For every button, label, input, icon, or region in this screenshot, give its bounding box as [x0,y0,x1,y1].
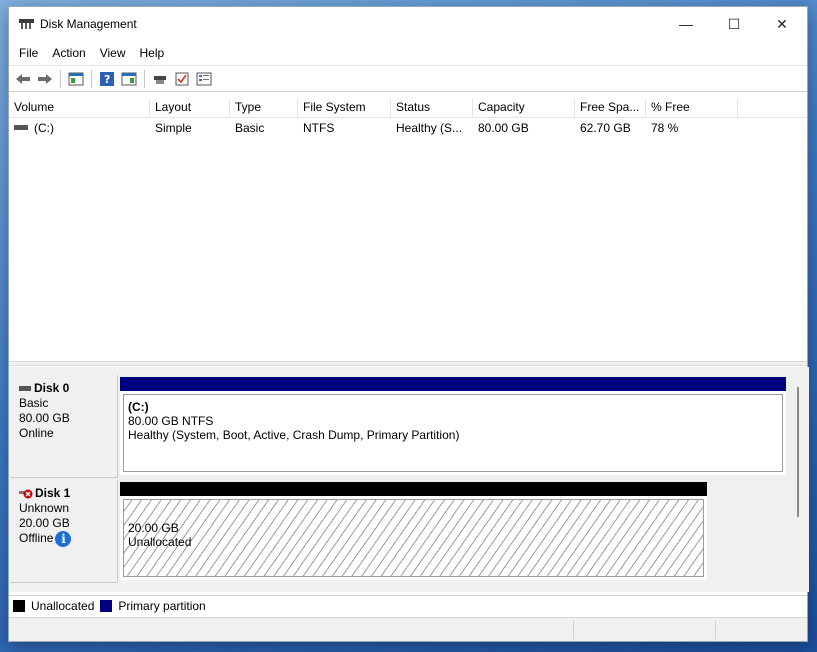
scrollbar-thumb[interactable] [797,387,799,517]
volume-list: Volume Layout Type File System Status Ca… [9,96,807,361]
primary-partition-bar [120,377,786,391]
disk-1-size: 20.00 GB [19,516,70,530]
properties-button[interactable] [193,69,214,89]
cell-volume: (C:) [9,120,150,137]
console-tree-icon [68,72,83,85]
status-divider [573,621,574,639]
pane-splitter[interactable] [9,361,807,366]
svg-text:?: ? [104,73,110,86]
drive-icon [14,125,28,131]
cell-layout: Simple [155,121,192,135]
legend: Unallocated Primary partition [9,595,807,616]
properties-icon [196,72,211,85]
connect-icon [153,75,166,84]
disk-1-label[interactable]: Disk 1 Unknown 20.00 GB Offline i [10,480,118,583]
column-header-file-system[interactable]: File System [298,98,391,118]
disk-1-name-text: Disk 1 [35,486,71,500]
toolbar-separator [91,69,92,88]
forward-icon [37,73,52,84]
partition-status: Healthy (System, Boot, Active, Crash Dum… [128,428,460,442]
cell-type: Basic [235,121,265,135]
window-title: Disk Management [40,17,137,31]
legend-label-unallocated: Unallocated [31,599,95,613]
status-bar [9,617,807,641]
column-header-layout[interactable]: Layout [150,98,230,118]
legend-swatch-unallocated [13,600,25,612]
disk-graphical-view: Disk 0 Basic 80.00 GB Online (C:) 80.00 … [9,367,809,592]
close-icon: ✕ [776,15,788,32]
disk-0-name-text: Disk 0 [34,381,70,395]
back-icon [15,73,30,84]
minimize-icon: — [679,16,693,32]
disk-1-partition-body: 20.00 GB Unallocated [123,499,704,577]
maximize-button[interactable]: ☐ [711,7,757,41]
title-bar: Disk Management — ☐ ✕ [9,7,807,41]
action-pane-icon [121,72,136,85]
toolbar: ? [9,65,807,92]
unallocated-status: Unallocated [128,535,192,549]
disk-1-state-text: Offline [19,531,54,546]
disk-management-window: Disk Management — ☐ ✕ File Action View H… [8,6,809,642]
menu-action[interactable]: Action [45,46,92,60]
menu-help[interactable]: Help [133,46,172,60]
minimize-button[interactable]: — [663,7,709,41]
partition-size-fs: 80.00 GB NTFS [128,414,214,428]
legend-label-primary: Primary partition [118,599,206,613]
graph-scrollbar[interactable] [794,375,806,585]
back-button[interactable] [12,69,33,89]
column-header-type[interactable]: Type [230,98,298,118]
close-button[interactable]: ✕ [759,7,805,41]
disk-0-label[interactable]: Disk 0 Basic 80.00 GB Online [10,375,118,478]
show-action-pane-button[interactable] [118,69,139,89]
disk-0-type: Basic [19,396,49,410]
toolbar-separator [144,69,145,88]
disk-0-partition-body: (C:) 80.00 GB NTFS Healthy (System, Boot… [123,394,783,472]
status-divider [715,621,716,639]
unallocated-size: 20.00 GB [128,521,179,535]
unallocated-bar [120,482,707,496]
disk-1-name: Disk 1 [19,486,117,501]
cell-percent-free: 78 % [651,121,679,135]
legend-swatch-primary [100,600,113,612]
column-header-volume[interactable]: Volume [9,98,150,118]
menu-file[interactable]: File [12,46,45,60]
help-icon: ? [99,71,114,86]
column-header-percent-free[interactable]: % Free [646,98,738,118]
menu-view[interactable]: View [93,46,133,60]
disk-0-size: 80.00 GB [19,411,70,425]
column-header-free-space[interactable]: Free Spa... [575,98,646,118]
column-header-status[interactable]: Status [391,98,473,118]
connect-button[interactable] [149,69,170,89]
menu-bar: File Action View Help [9,42,807,64]
cell-file-system: NTFS [303,121,335,135]
disk-offline-icon [19,489,33,498]
forward-button[interactable] [34,69,55,89]
disk-icon [19,386,31,391]
disk-0-partition[interactable]: (C:) 80.00 GB NTFS Healthy (System, Boot… [120,377,786,475]
show-console-tree-button[interactable] [65,69,86,89]
disk-0-name: Disk 0 [19,381,117,396]
info-icon[interactable]: i [55,531,72,547]
maximize-icon: ☐ [727,15,741,32]
toolbar-separator [60,69,61,88]
column-header-capacity[interactable]: Capacity [473,98,575,118]
cell-capacity: 80.00 GB [478,121,529,135]
disk-management-icon [19,19,34,29]
disk-1-partition[interactable]: 20.00 GB Unallocated [120,482,707,580]
volume-list-header: Volume Layout Type File System Status Ca… [9,98,807,118]
cell-status: Healthy (S... [396,121,463,135]
table-row[interactable]: (C:) Simple Basic NTFS Healthy (S... 80.… [9,120,807,137]
disk-0-state: Online [19,426,54,440]
help-button[interactable]: ? [96,69,117,89]
cell-free-space: 62.70 GB [580,121,631,135]
checklist-button[interactable] [171,69,192,89]
partition-label: (C:) [128,400,149,414]
cell-volume-text: (C:) [34,121,54,135]
checklist-icon [175,72,188,85]
disk-1-type: Unknown [19,501,70,515]
disk-1-state: Offline i [19,531,117,547]
